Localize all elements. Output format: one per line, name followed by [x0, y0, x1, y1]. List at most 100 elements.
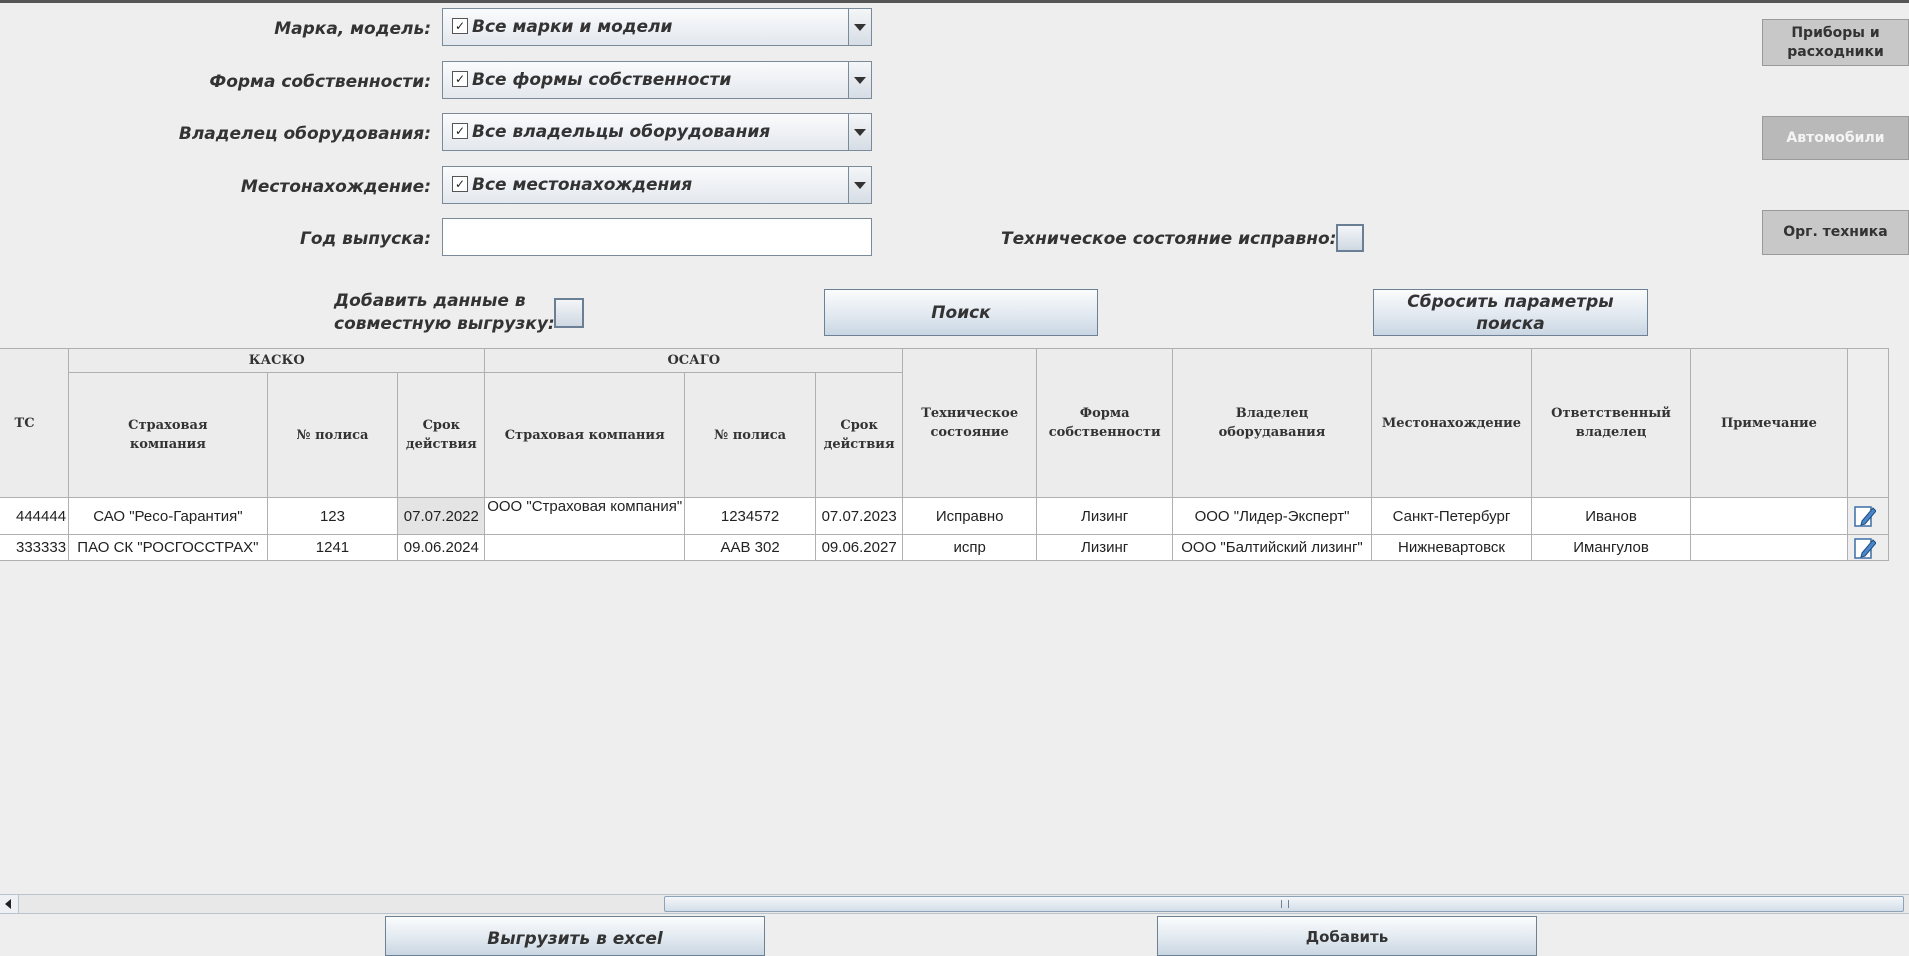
owner-check-icon: ✓ [452, 123, 468, 139]
reset-search-button[interactable]: Сбросить параметры поиска [1373, 289, 1648, 336]
year-label: Год выпуска: [299, 229, 431, 249]
joint-export-label-line2: совместную выгрузку: [334, 314, 555, 334]
col-header-responsible-l1: Ответственный [1551, 406, 1671, 421]
cell-note[interactable] [1689, 534, 1848, 561]
group-header-osago: ОСАГО [484, 348, 904, 373]
col-header-tech-state-l2: состояние [930, 425, 1009, 440]
col-header-osago-policy[interactable]: № полиса [684, 372, 817, 498]
nav-devices-label-line2: расходники [1787, 43, 1884, 60]
cell-edit[interactable] [1846, 534, 1890, 561]
brand-combobox-value: Все марки и модели [472, 17, 673, 37]
col-header-kasko-policy[interactable]: № полиса [266, 372, 399, 498]
col-header-kasko-company-l1: Страховая [128, 418, 208, 433]
col-header-location[interactable]: Местонахождение [1370, 348, 1533, 498]
col-header-kasko-term-l1: Срок [422, 418, 461, 433]
ownership-combobox-value: Все формы собственности [472, 70, 732, 90]
col-header-tech-state-l1: Техническое [921, 406, 1019, 421]
col-header-ownership-l2: собственности [1048, 425, 1161, 440]
year-input[interactable] [442, 218, 872, 256]
col-header-osago-company[interactable]: Страховая компания [484, 372, 686, 498]
brand-check-icon: ✓ [452, 18, 468, 34]
cell-kasko-term[interactable]: 09.06.2024 [397, 534, 486, 561]
export-excel-button[interactable]: Выгрузить в excel [385, 916, 765, 956]
nav-cars-button[interactable]: Автомобили [1762, 116, 1909, 160]
cell-responsible[interactable]: Имангулов [1531, 534, 1691, 561]
col-header-owner-l2: оборудавания [1218, 425, 1326, 440]
horizontal-scrollbar[interactable] [0, 894, 1909, 914]
location-combobox[interactable]: ✓ Все местонахождения [442, 166, 872, 204]
nav-office-button[interactable]: Орг. техника [1762, 210, 1909, 255]
cell-ownership[interactable]: Лизинг [1036, 497, 1174, 535]
col-header-owner-l1: Владелец [1235, 406, 1309, 421]
cell-ts[interactable]: 444444 [0, 497, 70, 535]
cell-location[interactable]: Нижневартовск [1370, 534, 1533, 561]
location-check-icon: ✓ [452, 176, 468, 192]
add-button[interactable]: Добавить [1157, 916, 1537, 956]
cell-location[interactable]: Санкт-Петербург [1370, 497, 1533, 535]
col-header-kasko-term[interactable]: Срок действия [397, 372, 486, 498]
cell-kasko-company[interactable]: САО "Ресо-Гарантия" [68, 497, 268, 535]
col-header-owner[interactable]: Владелец оборудавания [1172, 348, 1372, 498]
cell-ts[interactable]: 333333 [0, 534, 70, 561]
cell-kasko-company[interactable]: ПАО СК "РОСГОССТРАХ" [68, 534, 268, 561]
cell-osago-term[interactable]: 09.06.2027 [815, 534, 904, 561]
col-header-osago-term-l1: Срок [840, 418, 878, 433]
cell-osago-company[interactable]: ООО "Страховая компания" [484, 497, 686, 535]
col-header-kasko-company-l2: компания [129, 437, 206, 452]
col-header-responsible[interactable]: Ответственный владелец [1531, 348, 1691, 498]
col-header-kasko-company[interactable]: Страховая компания [68, 372, 268, 498]
joint-export-checkbox[interactable] [554, 298, 584, 328]
cell-osago-policy[interactable]: 1234572 [684, 497, 817, 535]
owner-combobox-value: Все владельцы оборудования [472, 122, 771, 142]
ownership-label: Форма собственности: [209, 72, 431, 92]
tech-state-checkbox[interactable] [1336, 224, 1364, 252]
joint-export-label: Добавить данные в совместную выгрузку: [334, 290, 555, 336]
chevron-down-icon[interactable] [848, 62, 871, 98]
ownership-combobox[interactable]: ✓ Все формы собственности [442, 61, 872, 99]
nav-devices-label-line1: Приборы и [1791, 24, 1880, 41]
joint-export-label-line1: Добавить данные в [334, 291, 526, 311]
cell-ownership[interactable]: Лизинг [1036, 534, 1174, 561]
cell-note[interactable] [1689, 497, 1848, 535]
cell-owner[interactable]: ООО "Лидер-Эксперт" [1172, 497, 1372, 535]
col-header-ownership[interactable]: Форма собственности [1036, 348, 1174, 498]
window-top-border [0, 0, 1909, 3]
col-header-note[interactable]: Примечание [1689, 348, 1848, 498]
cell-osago-company[interactable] [484, 534, 686, 561]
owner-combobox[interactable]: ✓ Все владельцы оборудования [442, 113, 872, 151]
vehicles-table: ТС КАСКО ОСАГО Техническое состояние Форм… [0, 348, 1890, 561]
table-row[interactable]: 444444 САО "Ресо-Гарантия" 123 07.07.202… [0, 497, 1890, 535]
chevron-down-icon[interactable] [848, 114, 871, 150]
scrollbar-thumb[interactable] [664, 896, 1904, 912]
cell-tech-state[interactable]: испр [902, 534, 1038, 561]
cell-responsible[interactable]: Иванов [1531, 497, 1691, 535]
ownership-check-icon: ✓ [452, 71, 468, 87]
cell-edit[interactable] [1846, 497, 1890, 535]
edit-document-icon[interactable] [1854, 504, 1876, 528]
group-header-kasko: КАСКО [68, 348, 486, 373]
cell-kasko-term[interactable]: 07.07.2022 [397, 497, 486, 535]
cell-osago-policy[interactable]: ААВ 302 [684, 534, 817, 561]
col-header-tech-state[interactable]: Техническое состояние [902, 348, 1038, 498]
cell-kasko-policy[interactable]: 123 [266, 497, 399, 535]
col-header-ts[interactable]: ТС [0, 348, 70, 498]
search-button[interactable]: Поиск [824, 289, 1098, 336]
col-header-actions [1846, 348, 1890, 498]
brand-label: Марка, модель: [274, 19, 431, 39]
col-header-kasko-term-l2: действия [405, 437, 477, 452]
col-header-osago-term[interactable]: Срок действия [815, 372, 904, 498]
table-row[interactable]: 333333 ПАО СК "РОСГОССТРАХ" 1241 09.06.2… [0, 534, 1890, 561]
cell-osago-term[interactable]: 07.07.2023 [815, 497, 904, 535]
location-combobox-value: Все местонахождения [472, 175, 693, 195]
chevron-down-icon[interactable] [848, 167, 871, 203]
chevron-down-icon[interactable] [848, 9, 871, 45]
cell-kasko-policy[interactable]: 1241 [266, 534, 399, 561]
arrow-left-icon[interactable] [0, 895, 19, 913]
brand-combobox[interactable]: ✓ Все марки и модели [442, 8, 872, 46]
nav-devices-button[interactable]: Приборы и расходники [1762, 19, 1909, 66]
cell-tech-state[interactable]: Исправно [902, 497, 1038, 535]
owner-label: Владелец оборудования: [178, 124, 431, 144]
col-header-osago-term-l2: действия [823, 437, 895, 452]
edit-document-icon[interactable] [1854, 536, 1876, 560]
cell-owner[interactable]: ООО "Балтийский лизинг" [1172, 534, 1372, 561]
